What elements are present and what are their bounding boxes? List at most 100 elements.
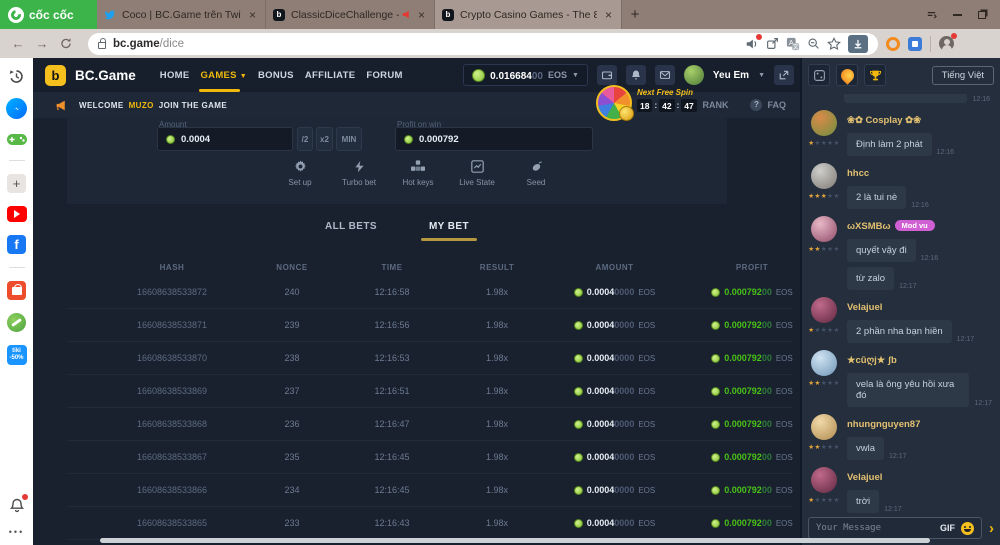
add-shortcut-button[interactable]: + [7,174,26,193]
tab-my-bet[interactable]: MY BET [429,221,469,241]
avatar[interactable] [811,467,837,493]
nav-games[interactable]: GAMES ▼ [199,68,248,83]
chat-username[interactable]: Velajuel [847,472,882,483]
bet-row[interactable]: 1660863853386623412:16:451.98x0.00040000… [67,474,792,507]
bookmark-star-icon[interactable] [827,37,841,51]
extension-icon[interactable] [908,37,922,51]
chat-toggle-button[interactable] [774,65,794,85]
spin-wheel-icon[interactable] [596,85,632,121]
zoom-out-icon[interactable] [807,37,820,50]
share-icon[interactable] [766,37,779,50]
sidebar-more-icon[interactable]: ••• [9,527,24,537]
reload-button[interactable] [58,37,74,50]
setup-button[interactable]: Set up [279,160,321,187]
chat-message-list[interactable]: 12:16 ★★★★★❀✿ Cosplay ✿❀Định làm 2 phát1… [802,94,1000,515]
tab-crypto-casino-active[interactable]: b Crypto Casino Games - The 8 × [435,0,622,29]
tab-close-icon[interactable]: × [603,8,614,22]
nav-affiliate[interactable]: AFFILIATE [304,68,357,83]
chat-language-button[interactable]: Tiếng Việt [932,66,994,85]
facebook-icon[interactable]: f [7,235,26,254]
amount-value: 0.00040000 [587,353,635,363]
avatar[interactable] [811,216,837,242]
mute-tab-icon[interactable] [745,37,759,51]
tab-close-icon[interactable]: × [247,8,258,22]
coccoc-savings-icon[interactable] [7,313,26,332]
horizontal-scrollbar[interactable] [100,538,930,543]
wallet-button[interactable] [597,65,617,85]
user-avatar[interactable] [684,65,704,85]
bet-row[interactable]: 1660863853386823612:16:471.98x0.00040000… [67,408,792,441]
avatar[interactable] [811,163,837,189]
avatar[interactable] [811,297,837,323]
translate-icon[interactable]: A文 [786,37,800,51]
history-icon[interactable] [8,68,25,85]
tab-twitter[interactable]: Coco | BC.Game trên Twitter: × [97,0,266,29]
back-button[interactable]: ← [10,36,26,51]
min-bet-button[interactable]: MIN [336,127,362,151]
messages-button[interactable] [655,65,675,85]
seed-button[interactable]: Seed [515,160,557,187]
faq-link[interactable]: ?FAQ [750,99,786,111]
chat-input[interactable]: Your Message GIF [808,517,982,539]
emoji-button[interactable] [961,522,974,535]
tab-all-bets[interactable]: ALL BETS [325,221,377,241]
youtube-icon[interactable] [7,206,27,222]
avatar[interactable] [811,414,837,440]
turbo-bet-button[interactable]: Turbo bet [338,160,380,187]
send-message-icon[interactable]: › [987,520,996,537]
tab-list-icon[interactable] [926,9,937,20]
hot-keys-button[interactable]: Hot keys [397,160,439,187]
amount-input[interactable] [181,134,281,145]
balance-selector[interactable]: 0.01668400 EOS ▼ [463,64,588,86]
chat-username[interactable]: nhungnguyen87 [847,419,920,430]
download-button[interactable] [848,35,868,53]
bet-row[interactable]: 1660863853387123912:16:561.98x0.00040000… [67,309,792,342]
tab-close-icon[interactable]: × [416,8,427,22]
bet-row[interactable]: 1660863853386523312:16:431.98x0.00040000… [67,507,792,540]
shopee-icon[interactable] [7,281,26,300]
tiki-sale-icon[interactable]: tiki-50% [7,345,27,365]
url-bar[interactable]: bc.game/dice A文 [88,33,878,55]
gif-button[interactable]: GIF [940,523,955,533]
username[interactable]: Yeu Em [713,70,749,81]
coccoc-brand-button[interactable]: cốc cốc [0,0,97,29]
chat-username[interactable]: ★cũღj★ ʃb [847,355,897,366]
bcgame-logo-text[interactable]: BC.Game [75,68,136,83]
new-tab-button[interactable]: + [622,0,648,29]
bet-row[interactable]: 1660863853387023812:16:531.98x0.00040000… [67,342,792,375]
coccoc-update-icon[interactable] [886,37,900,51]
free-spin-widget[interactable]: Next Free Spin 18: 42: 47 [596,85,697,121]
chat-rain-button[interactable] [808,64,830,86]
bcgame-logo-icon[interactable]: b [45,65,66,86]
chat-username[interactable]: hhcc [847,168,869,179]
minimize-button[interactable] [953,14,962,16]
profile-button[interactable] [939,36,954,51]
nav-home[interactable]: HOME [159,68,191,83]
profit-input[interactable] [419,134,519,145]
bet-row[interactable]: 1660863853386723512:16:451.98x0.00040000… [67,441,792,474]
bet-row[interactable]: 1660863853387224012:16:581.98x0.00040000… [67,276,792,309]
restore-button[interactable] [978,11,986,19]
notifications-bell-icon[interactable] [9,497,25,514]
bet-row[interactable]: 1660863853386923712:16:511.98x0.00040000… [67,375,792,408]
half-bet-button[interactable]: /2 [297,127,313,151]
avatar[interactable] [811,110,837,136]
chat-username[interactable]: ωXSMBω [847,221,891,232]
chat-contest-button[interactable] [864,64,886,86]
eos-coin-icon [711,420,720,429]
avatar[interactable] [811,350,837,376]
nav-bonus[interactable]: BONUS [257,68,295,83]
chat-username[interactable]: ❀✿ Cosplay ✿❀ [847,115,921,126]
nav-forum[interactable]: FORUM [365,68,403,83]
amount-main: 0.0004 [587,353,615,363]
notifications-button[interactable] [626,65,646,85]
games-icon[interactable] [6,132,28,147]
messenger-icon[interactable] [6,98,27,119]
live-state-button[interactable]: Live State [456,160,498,187]
double-bet-button[interactable]: x2 [316,127,333,151]
forward-button[interactable]: → [34,36,50,51]
chat-fireball-button[interactable] [836,64,858,86]
tab-classicdice[interactable]: b ClassicDiceChallenge - An × [266,0,435,29]
chat-username[interactable]: Velajuel [847,302,882,313]
url-text[interactable]: bc.game/dice [113,38,738,50]
